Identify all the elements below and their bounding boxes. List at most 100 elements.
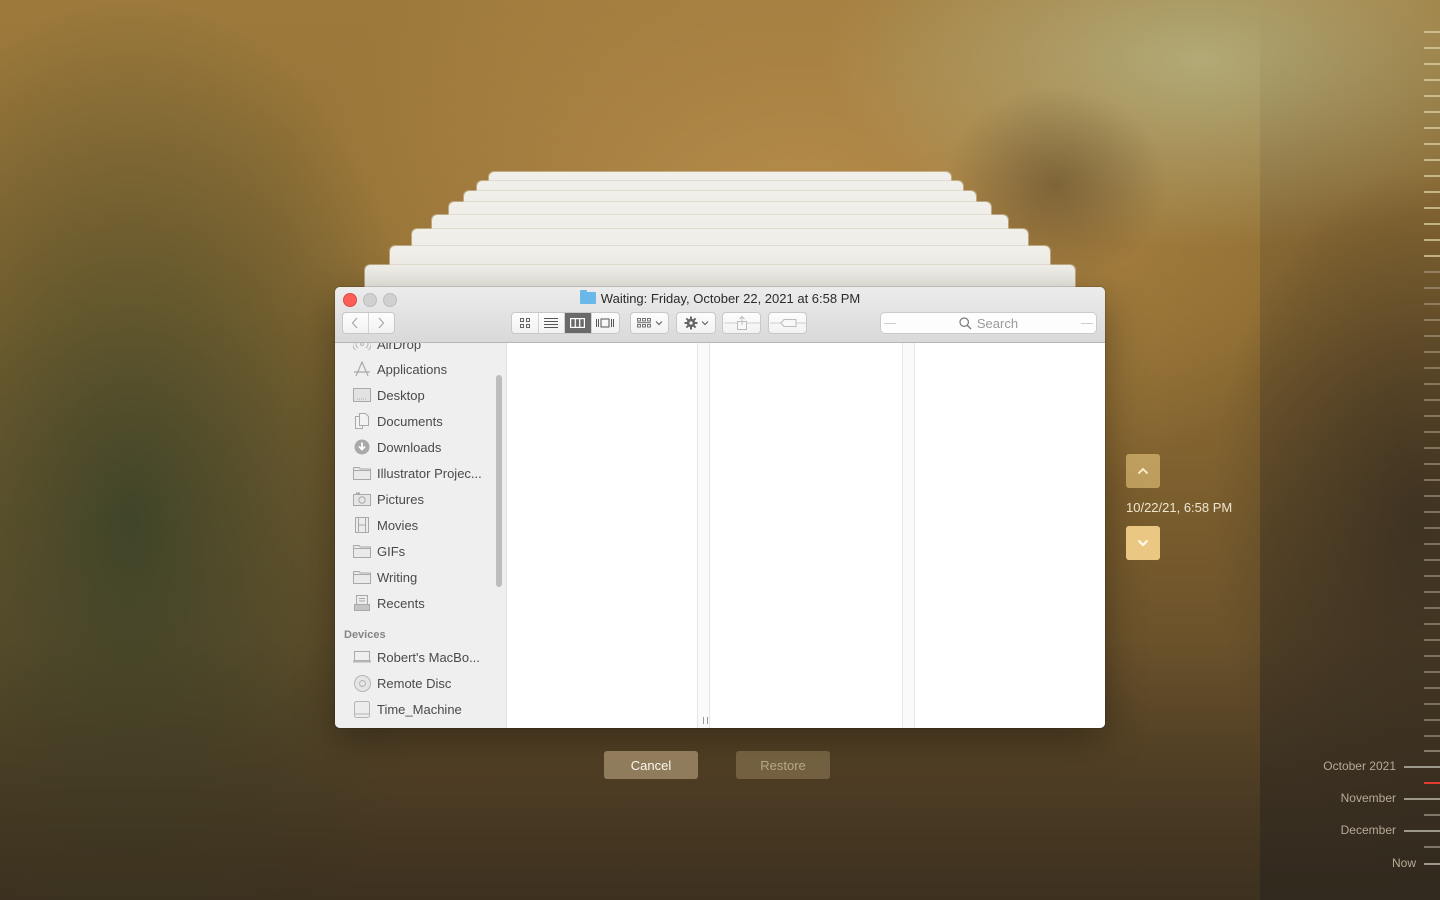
timeline-tick[interactable] [1424,319,1440,321]
sidebar-item-macbook[interactable]: Robert's MacBo... [335,644,500,670]
timeline-month-tick[interactable] [1404,766,1440,768]
timeline-tick[interactable] [1424,159,1440,161]
column-2[interactable] [710,343,902,728]
timeline-tick[interactable] [1424,543,1440,545]
sidebar-item-desktop[interactable]: Desktop [335,382,500,408]
chevron-right-icon [378,317,385,329]
forward-button[interactable] [369,313,394,333]
column-resize-handle[interactable] [697,343,710,728]
sidebar-item-label: Time_Machine [377,701,462,717]
timeline-tick[interactable] [1424,239,1440,241]
action-menu-button[interactable] [676,312,716,334]
timeline-tick[interactable] [1424,335,1440,337]
timeline-tick[interactable] [1424,527,1440,529]
column-3[interactable] [916,343,1105,728]
timeline-tick[interactable] [1424,607,1440,609]
cover-flow-view-button[interactable] [592,313,619,333]
timeline-label-december[interactable]: December [1341,823,1396,837]
sidebar-scrollbar[interactable] [496,375,502,587]
timeline-tick[interactable] [1424,846,1440,848]
timeline-tick[interactable] [1424,750,1440,752]
timeline-tick[interactable] [1424,447,1440,449]
icon-view-button[interactable] [512,313,539,333]
timeline-label-october-2021[interactable]: October 2021 [1323,759,1396,773]
sidebar-item-pictures[interactable]: Pictures [335,486,500,512]
timeline-tick[interactable] [1424,719,1440,721]
timeline-label-now[interactable]: Now [1392,856,1416,870]
column-resize-handle[interactable] [902,343,915,728]
column-resize-grip-icon[interactable] [703,717,708,724]
folder-icon [353,543,371,559]
timeline-tick[interactable] [1424,703,1440,705]
timeline-tick[interactable] [1424,95,1440,97]
sidebar-item-illustrator-projects[interactable]: Illustrator Projec... [335,460,500,486]
recents-icon [353,595,371,611]
timeline-tick[interactable] [1424,143,1440,145]
timeline-tick[interactable] [1424,63,1440,65]
previous-snapshot-button[interactable] [1126,454,1160,488]
sidebar-item-downloads[interactable]: Downloads [335,434,500,460]
timeline-tick[interactable] [1424,559,1440,561]
timeline-month-tick[interactable] [1404,798,1440,800]
sidebar-item-gifs[interactable]: GIFs [335,538,500,564]
timeline-current-marker[interactable] [1424,782,1440,784]
timeline-tick[interactable] [1424,495,1440,497]
timeline-tick[interactable] [1424,79,1440,81]
timeline-tick[interactable] [1424,191,1440,193]
timeline-tick[interactable] [1424,383,1440,385]
timeline-tick[interactable] [1424,367,1440,369]
next-snapshot-button[interactable] [1126,526,1160,560]
sidebar-item-recents[interactable]: Recents [335,590,500,616]
timeline-tick[interactable] [1424,31,1440,33]
sidebar-item-airdrop[interactable]: AirDrop [335,343,500,357]
list-view-button[interactable] [539,313,566,333]
timeline-tick[interactable] [1424,287,1440,289]
timeline-tick[interactable] [1424,623,1440,625]
timeline-tick[interactable] [1424,271,1440,273]
timeline-tick[interactable] [1424,47,1440,49]
arrange-menu-button[interactable] [630,312,669,334]
timeline-label-november[interactable]: November [1341,791,1396,805]
column-view-button[interactable] [565,313,592,333]
timeline-tick[interactable] [1424,511,1440,513]
timeline-tick[interactable] [1424,639,1440,641]
timeline-tick[interactable] [1424,463,1440,465]
timeline-tick[interactable] [1424,431,1440,433]
share-button[interactable] [722,312,761,334]
timeline-tick[interactable] [1424,303,1440,305]
timeline-tick[interactable] [1424,175,1440,177]
timeline-tick[interactable] [1424,351,1440,353]
sidebar-item-writing[interactable]: Writing [335,564,500,590]
timeline-month-tick[interactable] [1424,863,1440,865]
back-button[interactable] [343,313,369,333]
timeline-month-tick[interactable] [1404,830,1440,832]
column-1[interactable] [507,343,697,728]
sidebar-item-remote-disc[interactable]: Remote Disc [335,670,500,696]
timeline-tick[interactable] [1424,127,1440,129]
timeline-tick[interactable] [1424,735,1440,737]
sidebar-item-label: Recents [377,595,425,611]
sidebar-item-label: Downloads [377,439,442,455]
sidebar-item-applications[interactable]: Applications [335,356,500,382]
timeline-tick[interactable] [1424,479,1440,481]
timeline-tick[interactable] [1424,111,1440,113]
timeline-tick[interactable] [1424,655,1440,657]
timeline-tick[interactable] [1424,255,1440,257]
sidebar-item-label: Pictures [377,491,424,507]
timeline-tick[interactable] [1424,575,1440,577]
sidebar-item-movies[interactable]: Movies [335,512,500,538]
timeline-tick[interactable] [1424,399,1440,401]
timeline-tick[interactable] [1424,223,1440,225]
sidebar-item-time-machine[interactable]: Time_Machine [335,696,500,722]
cancel-button[interactable]: Cancel [604,751,698,779]
timeline-tick[interactable] [1424,591,1440,593]
timeline-tick[interactable] [1424,687,1440,689]
timeline-tick[interactable] [1424,814,1440,816]
search-field[interactable]: Search [880,312,1097,334]
restore-button[interactable]: Restore [736,751,830,779]
sidebar-item-documents[interactable]: Documents [335,408,500,434]
timeline-tick[interactable] [1424,671,1440,673]
timeline-tick[interactable] [1424,415,1440,417]
tags-button[interactable] [768,312,807,334]
timeline-tick[interactable] [1424,207,1440,209]
